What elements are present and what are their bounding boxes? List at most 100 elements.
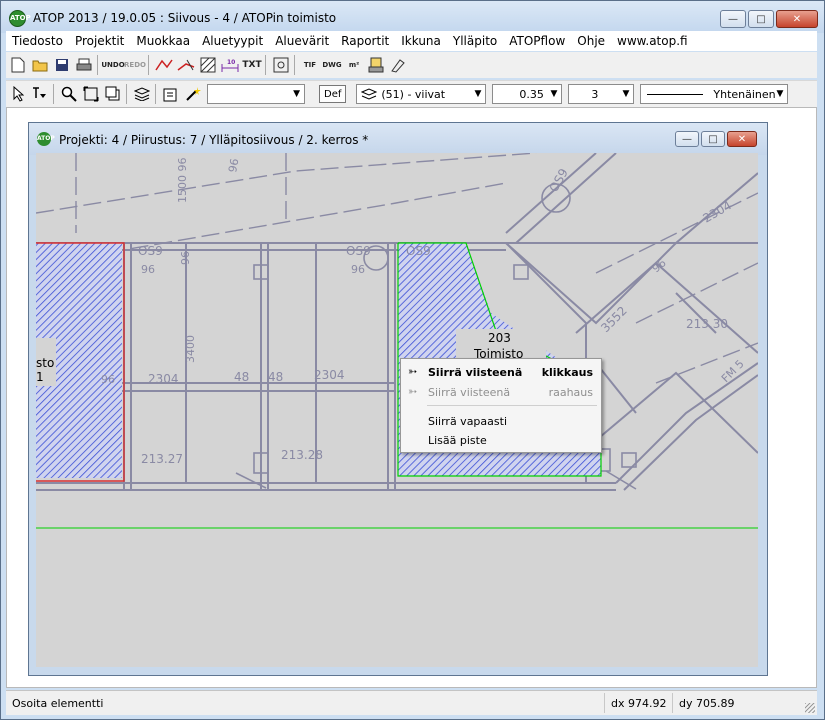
- menu-website[interactable]: www.atop.fi: [611, 34, 694, 48]
- dimension-icon[interactable]: 10: [220, 55, 240, 75]
- ctx-siirra-vapaasti[interactable]: Siirrä vapaasti: [401, 411, 601, 431]
- toolbar-separator: [148, 55, 149, 75]
- copy-icon[interactable]: [103, 84, 123, 104]
- title-bar[interactable]: ATOP ATOP 2013 / 19.0.05 : Siivous - 4 /…: [1, 1, 824, 33]
- status-message: Osoita elementti: [12, 697, 104, 710]
- text-tool-button[interactable]: TXT: [242, 55, 262, 75]
- line-style-value: Yhtenäinen: [713, 87, 776, 101]
- ctx-siirra-viisteena-klikkaus[interactable]: ➳ Siirrä viisteenä klikkaus: [401, 362, 601, 382]
- hatch-icon[interactable]: [198, 55, 218, 75]
- floor-plan: 1500 96 96 96 OS9 OS9 OS9 OS9 96 96 96 3…: [36, 153, 758, 529]
- toolbar-separator: [265, 55, 266, 75]
- main-toolbar: UNDO REDO 10 TXT TIF DWG m²: [6, 52, 817, 78]
- context-menu: ➳ Siirrä viisteenä klikkaus ➳ Siirrä vii…: [400, 358, 602, 453]
- menu-ikkuna[interactable]: Ikkuna: [395, 34, 447, 48]
- select-arrow-icon[interactable]: [8, 84, 28, 104]
- chevron-down-icon: ▼: [776, 89, 784, 99]
- open-folder-icon[interactable]: [30, 55, 50, 75]
- ctx-item-label: Lisää piste: [428, 434, 487, 447]
- redo-label: REDO: [124, 61, 146, 69]
- label-96: 96: [179, 251, 192, 265]
- status-dy-cell: dy 705.89: [672, 693, 803, 713]
- line-number-select[interactable]: 3 ▼: [568, 84, 635, 104]
- toolbar-separator: [155, 84, 156, 104]
- undo-label: UNDO: [101, 61, 125, 69]
- minimize-button[interactable]: —: [720, 10, 746, 28]
- line-style-preview: [647, 93, 704, 95]
- print-icon[interactable]: [74, 55, 94, 75]
- drawing-window-title: Projekti: 4 / Piirustus: 7 / Ylläpitosii…: [59, 133, 369, 147]
- label-213-27: 213.27: [141, 452, 183, 466]
- menu-aluetyypit[interactable]: Aluetyypit: [196, 34, 269, 48]
- stamp-icon[interactable]: [366, 55, 386, 75]
- pointer-edit-icon: ➳: [408, 385, 418, 398]
- toolbar-separator: [53, 84, 54, 104]
- magic-wand-icon[interactable]: [183, 84, 203, 104]
- zoom-icon[interactable]: [59, 84, 79, 104]
- label-96: 96: [351, 263, 365, 276]
- label-96: 96: [141, 263, 155, 276]
- redo-button[interactable]: REDO: [124, 55, 146, 75]
- menu-aluevarit[interactable]: Aluevärit: [269, 34, 335, 48]
- select-filter-icon[interactable]: [30, 84, 50, 104]
- line-style-select[interactable]: Yhtenäinen ▼: [640, 84, 789, 104]
- menu-raportit[interactable]: Raportit: [335, 34, 395, 48]
- resize-grip[interactable]: [805, 703, 815, 713]
- label-1500: 1500 96: [176, 158, 189, 204]
- menu-tiedosto[interactable]: Tiedosto: [6, 34, 69, 48]
- maximize-button[interactable]: □: [748, 10, 774, 28]
- chevron-down-icon: ▼: [550, 89, 558, 99]
- pen-tool-icon[interactable]: [388, 55, 408, 75]
- toolbar-separator: [294, 55, 295, 75]
- save-icon[interactable]: [52, 55, 72, 75]
- area-button[interactable]: m²: [344, 55, 364, 75]
- layer-value: (51) - viivat: [381, 87, 446, 101]
- new-file-icon[interactable]: [8, 55, 28, 75]
- dwg-label: DWG: [322, 61, 342, 69]
- def-button[interactable]: Def: [319, 85, 347, 103]
- ctx-lisaa-piste[interactable]: Lisää piste: [401, 430, 601, 450]
- room-number-selected: 203: [488, 331, 511, 345]
- label-2304: 2304: [701, 198, 734, 225]
- menu-muokkaa[interactable]: Muokkaa: [130, 34, 196, 48]
- drawing-minimize-button[interactable]: —: [675, 131, 699, 147]
- drawing-window-title-bar[interactable]: ATOP Projekti: 4 / Piirustus: 7 / Ylläpi…: [29, 123, 767, 155]
- zoom-fit-icon[interactable]: [271, 55, 291, 75]
- properties-icon[interactable]: [161, 84, 181, 104]
- undo-button[interactable]: UNDO: [101, 55, 125, 75]
- line-width-select[interactable]: 0.35 ▼: [492, 84, 563, 104]
- label-2304: 2304: [314, 368, 345, 382]
- menu-ohje[interactable]: Ohje: [571, 34, 611, 48]
- status-dy: dy 705.89: [679, 697, 735, 710]
- properties-toolbar: ▼ Def (51) - viivat ▼ 0.35 ▼ 3 ▼ Yhtenäine…: [6, 80, 817, 107]
- polyline-icon[interactable]: [154, 55, 174, 75]
- ctx-separator: [427, 405, 597, 406]
- tif-label: TIF: [303, 61, 317, 69]
- status-dx-cell: dx 974.92: [604, 693, 671, 713]
- layer-select[interactable]: (51) - viivat ▼: [356, 84, 487, 104]
- walls: [36, 153, 758, 491]
- label-213-30: 213.30: [686, 317, 728, 331]
- ctx-item-label: Siirrä viisteenä: [428, 386, 511, 399]
- ctx-siirra-viisteena-raahaus[interactable]: ➳ Siirrä viisteenä raahaus: [401, 382, 601, 402]
- label-2304: 2304: [148, 372, 179, 386]
- zoom-window-icon[interactable]: [81, 84, 101, 104]
- menu-projektit[interactable]: Projektit: [69, 34, 130, 48]
- export-tif-button[interactable]: TIF: [300, 55, 320, 75]
- drawing-canvas[interactable]: 1500 96 96 96 OS9 OS9 OS9 OS9 96 96 96 3…: [36, 153, 758, 667]
- delete-line-icon[interactable]: [176, 55, 196, 75]
- label-96: 96: [226, 157, 241, 173]
- drawing-maximize-button[interactable]: □: [701, 131, 725, 147]
- drawing-close-button[interactable]: ✕: [727, 131, 757, 147]
- menu-yllapito[interactable]: Ylläpito: [447, 34, 503, 48]
- close-button[interactable]: ✕: [776, 10, 818, 28]
- export-dwg-button[interactable]: DWG: [322, 55, 342, 75]
- line-number-value: 3: [591, 87, 599, 101]
- menu-atopflow[interactable]: ATOPflow: [503, 34, 571, 48]
- toolbar-separator: [97, 55, 98, 75]
- atop-logo-icon: ATOP: [37, 132, 55, 146]
- element-type-select[interactable]: ▼: [207, 84, 305, 104]
- layers-icon[interactable]: [132, 84, 152, 104]
- label-os9: OS9: [346, 244, 371, 258]
- area-label: m²: [348, 61, 360, 69]
